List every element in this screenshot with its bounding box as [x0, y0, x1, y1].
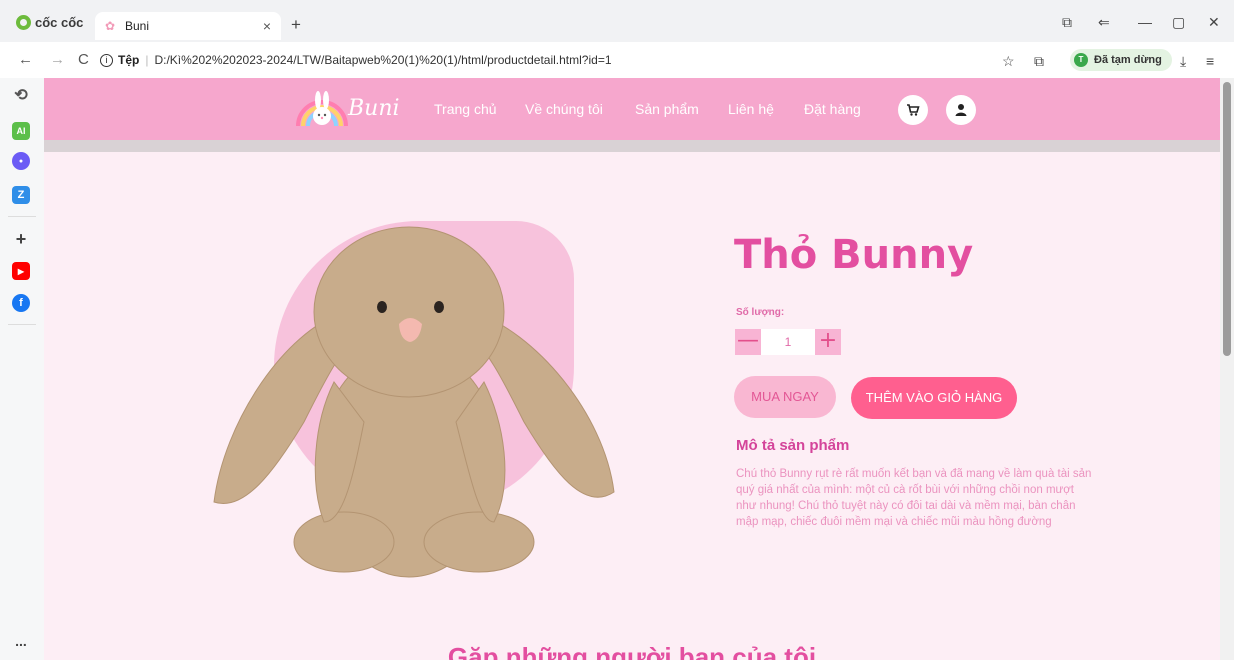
nav-order[interactable]: Đặt hàng [804, 101, 861, 117]
sidebar-divider [8, 216, 36, 217]
zalo-glyph: Z [17, 189, 25, 201]
site-header: Buni Trang chủ Về chúng tôi Sản phẩm Liê… [44, 78, 1220, 152]
sidebar-facebook-icon[interactable]: f [12, 294, 30, 312]
forward-button[interactable]: → [50, 51, 65, 68]
friends-section-title: Gặp những người bạn của tôi [447, 642, 817, 660]
site-logo[interactable]: Buni [294, 86, 404, 132]
back-button[interactable]: ← [18, 51, 33, 68]
sidebar-messenger-icon[interactable]: ● [12, 152, 30, 170]
sidebar-more-icon[interactable]: ... [12, 632, 30, 650]
browser-tab-bar: cốc cốc ✿ Buni × + ⧉ ⇐ — ▢ ✕ [0, 0, 1234, 42]
address-bar[interactable]: i Tệp | D:/Kì%202%202023-2024/LTW/Baitap… [100, 48, 1030, 72]
extensions-icon[interactable]: ⧉ [1034, 53, 1044, 70]
ai-glyph: AI [16, 126, 26, 136]
address-url[interactable]: D:/Kì%202%202023-2024/LTW/Baitapweb%20(1… [154, 53, 611, 67]
address-separator: | [145, 53, 149, 67]
quantity-input[interactable]: 1 [761, 329, 815, 355]
browser-tab[interactable]: ✿ Buni × [95, 12, 281, 40]
window-adblock-icon[interactable]: ⇐ [1098, 14, 1110, 31]
quantity-label: Số lượng: [736, 307, 785, 318]
youtube-glyph: ▶ [17, 266, 25, 276]
account-button[interactable] [946, 95, 976, 125]
cart-button[interactable] [898, 95, 928, 125]
buy-now-button[interactable]: MUA NGAY [734, 376, 836, 418]
coccoc-logo-icon [16, 14, 31, 30]
rainbow-bunny-logo-icon [296, 91, 348, 127]
profile-status: Đã tạm dừng [1094, 54, 1162, 66]
messenger-glyph: ● [18, 157, 24, 165]
download-icon[interactable]: ⤓ [1180, 53, 1186, 70]
nav-products[interactable]: Sản phẩm [635, 101, 699, 117]
page-scrollbar[interactable] [1220, 78, 1234, 660]
browser-brand[interactable]: cốc cốc [16, 14, 83, 30]
profile-button[interactable]: T Đã tạm dừng [1070, 49, 1172, 71]
history-glyph: ⟲ [14, 87, 28, 104]
site-logo-text: Buni [348, 96, 400, 121]
window-minimize-button[interactable]: — [1138, 14, 1152, 30]
quantity-increase-button[interactable]: + [815, 329, 841, 355]
sidebar-add-icon[interactable]: + [12, 228, 30, 249]
description-text: Chú thỏ Bunny rụt rè rất muốn kết bạn và… [736, 468, 1092, 528]
menu-icon[interactable]: ≡ [1206, 53, 1214, 69]
address-protocol: Tệp [118, 53, 140, 67]
nav-about[interactable]: Về chúng tôi [525, 101, 603, 117]
scrollbar-thumb[interactable] [1223, 82, 1231, 356]
reload-button[interactable]: C [78, 51, 89, 68]
sidebar-youtube-icon[interactable]: ▶ [12, 262, 30, 280]
new-tab-button[interactable]: + [291, 15, 301, 35]
product-title: Thỏ Bunny [734, 232, 974, 278]
profile-avatar: T [1074, 53, 1088, 67]
sidebar-divider-2 [8, 324, 36, 325]
page-viewport: Buni Trang chủ Về chúng tôi Sản phẩm Liê… [44, 78, 1220, 660]
description-title: Mô tả sản phẩm [736, 437, 850, 454]
quantity-stepper: — 1 + [735, 329, 841, 355]
sidebar-history-icon[interactable]: ⟲ [12, 86, 30, 104]
quantity-decrease-button[interactable]: — [735, 329, 761, 355]
tab-title: Buni [125, 19, 150, 33]
window-tab-search-icon[interactable]: ⧉ [1062, 14, 1072, 31]
sidebar-zalo-icon[interactable]: Z [12, 186, 30, 204]
tab-favicon-icon: ✿ [105, 19, 116, 33]
browser-sidebar: ⟲ AI ● Z + ▶ f ... [0, 78, 44, 660]
add-to-cart-button[interactable]: THÊM VÀO GIỎ HÀNG [851, 377, 1017, 419]
window-maximize-button[interactable]: ▢ [1172, 14, 1185, 31]
nav-contact[interactable]: Liên hệ [728, 101, 774, 117]
facebook-glyph: f [19, 297, 23, 309]
user-icon [955, 104, 967, 116]
add-glyph: + [15, 228, 27, 249]
window-close-button[interactable]: ✕ [1208, 14, 1220, 31]
product-detail: Thỏ Bunny Số lượng: — 1 + MUA NGAY THÊM … [44, 152, 1220, 660]
header-divider-strip [44, 140, 1220, 152]
tab-close-icon[interactable]: × [263, 18, 271, 34]
bookmark-star-icon[interactable]: ☆ [1002, 53, 1015, 70]
browser-brand-label: cốc cốc [35, 14, 84, 30]
nav-home[interactable]: Trang chủ [434, 101, 497, 117]
cart-icon [907, 104, 920, 116]
browser-toolbar: ← → C i Tệp | D:/Kì%202%202023-2024/LTW/… [0, 42, 1234, 78]
bunny-plush-image [213, 226, 615, 578]
more-glyph: ... [15, 633, 27, 649]
site-info-icon[interactable]: i [100, 53, 113, 67]
sidebar-ai-icon[interactable]: AI [12, 122, 30, 140]
